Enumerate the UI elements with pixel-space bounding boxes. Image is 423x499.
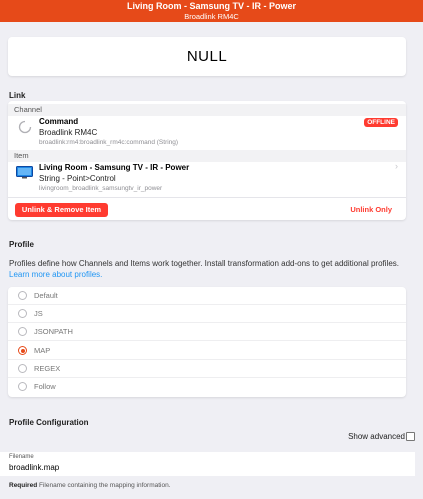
profile-option-label: MAP: [34, 346, 51, 355]
state-value: NULL: [186, 48, 228, 65]
filename-label: Filename: [9, 454, 34, 460]
profile-option-label: Default: [34, 291, 58, 300]
profile-option-default[interactable]: Default: [8, 287, 406, 305]
radio-button[interactable]: [18, 364, 27, 373]
filename-help: Required Filename containing the mapping…: [9, 482, 171, 489]
tv-icon: [16, 166, 33, 179]
profile-description: Profiles define how Channels and Items w…: [9, 258, 409, 280]
channel-uid: broadlink:rm4:broadlink_rm4c:command (St…: [39, 139, 179, 146]
item-subtitle: String - Point>Control: [39, 174, 116, 183]
profile-description-text: Profiles define how Channels and Items w…: [9, 259, 399, 268]
item-header: Item: [8, 150, 406, 162]
navbar: Living Room - Samsung TV - IR - Power Br…: [0, 0, 423, 22]
item-title: Living Room - Samsung TV - IR - Power: [39, 163, 190, 172]
chevron-right-icon: ›: [395, 161, 398, 171]
radio-button-selected[interactable]: [18, 346, 27, 355]
state-card: NULL: [8, 37, 406, 76]
channel-title: Command: [39, 117, 79, 126]
learn-more-link[interactable]: Learn more about profiles.: [9, 270, 102, 279]
profile-option-label: JS: [34, 309, 43, 318]
spinner-icon: [18, 120, 32, 134]
profile-option-jsonpath[interactable]: JSONPATH: [8, 323, 406, 341]
profile-option-label: Follow: [34, 382, 56, 391]
unlink-remove-item-button[interactable]: Unlink & Remove Item: [15, 203, 108, 217]
radio-button[interactable]: [18, 327, 27, 336]
show-advanced-checkbox[interactable]: [406, 432, 415, 441]
filename-input[interactable]: broadlink.map: [9, 463, 59, 472]
filename-help-text: Filename containing the mapping informat…: [38, 482, 171, 489]
profile-option-map[interactable]: MAP: [8, 342, 406, 360]
profile-options-card: Default JS JSONPATH MAP REGEX Follow: [8, 287, 406, 397]
profile-option-regex[interactable]: REGEX: [8, 360, 406, 378]
required-label: Required: [9, 482, 38, 489]
profile-section-title: Profile: [9, 240, 34, 249]
item-name: livingroom_broadlink_samsungtv_ir_power: [39, 185, 163, 192]
link-card: Channel Command Broadlink RM4C broadlink…: [8, 101, 406, 220]
profile-option-follow[interactable]: Follow: [8, 378, 406, 396]
page-subtitle: Broadlink RM4C: [184, 12, 239, 21]
page-title: Living Room - Samsung TV - IR - Power: [126, 1, 296, 11]
filename-field[interactable]: Filename broadlink.map: [0, 452, 415, 476]
profile-config-title: Profile Configuration: [9, 418, 89, 427]
channel-header: Channel: [8, 104, 406, 116]
status-badge: OFFLINE: [364, 118, 398, 127]
profile-option-label: REGEX: [34, 364, 61, 373]
link-section-title: Link: [9, 91, 26, 100]
profile-option-js[interactable]: JS: [8, 305, 406, 323]
channel-subtitle: Broadlink RM4C: [39, 128, 98, 137]
radio-button[interactable]: [18, 309, 27, 318]
radio-button[interactable]: [18, 382, 27, 391]
unlink-only-button[interactable]: Unlink Only: [350, 203, 392, 217]
show-advanced-label: Show advanced: [348, 432, 405, 441]
profile-option-label: JSONPATH: [34, 327, 73, 336]
divider: [8, 197, 406, 198]
radio-button[interactable]: [18, 291, 27, 300]
